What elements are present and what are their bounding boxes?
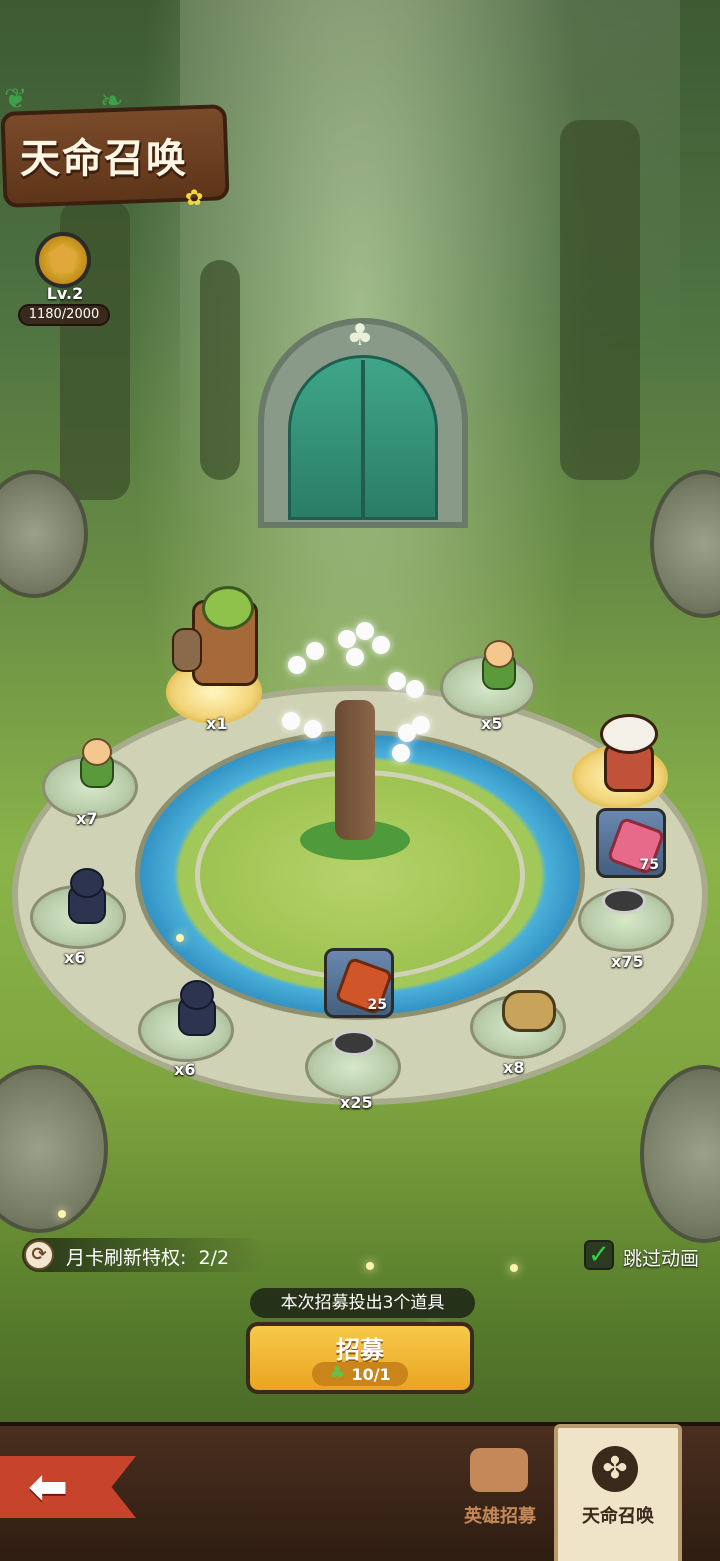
slot-count: x75 <box>611 952 644 971</box>
level-exp: 1180/2000 <box>18 304 110 326</box>
blossom <box>392 744 410 762</box>
skip-animation-label[interactable]: 跳过动画 <box>623 1244 699 1271</box>
gate-door-seam <box>361 360 365 518</box>
refresh-icon[interactable]: ⟳ <box>24 1240 54 1270</box>
level-label: Lv.2 <box>46 284 84 303</box>
item-card[interactable]: 75 <box>596 808 666 878</box>
item-stand <box>602 888 646 914</box>
skip-animation-checkbox[interactable]: ✓ <box>584 1240 614 1270</box>
refresh-value: 2/2 <box>198 1247 230 1269</box>
leaf-icon: ❦ <box>4 82 28 115</box>
item-count: 25 <box>367 997 387 1013</box>
shield-icon <box>172 628 202 672</box>
blossom <box>288 656 306 674</box>
recruit-cost[interactable]: ♣ 10/1 <box>312 1362 408 1386</box>
recruit-cost-value: 10/1 <box>351 1364 391 1384</box>
flower-icon: ✿ <box>185 186 204 211</box>
sparkle <box>366 1262 374 1270</box>
sparkle <box>176 934 184 942</box>
blossom <box>304 720 322 738</box>
leaf-hat <box>202 586 254 630</box>
blossom <box>282 712 300 730</box>
blossom <box>356 622 374 640</box>
clover-icon: ♣ <box>329 1363 346 1384</box>
blossom <box>346 648 364 666</box>
blossom <box>388 672 406 690</box>
blossom <box>306 642 324 660</box>
tab-destiny-summon[interactable] <box>554 1424 682 1561</box>
hero-head <box>484 640 514 668</box>
item-stand <box>332 1030 376 1056</box>
sparkle <box>510 1264 518 1272</box>
hero-head <box>82 738 112 766</box>
slot-count: x25 <box>340 1093 373 1112</box>
golden-bug-hero[interactable] <box>502 990 556 1032</box>
tab-destiny-summon-label[interactable]: 天命召唤 <box>556 1502 680 1528</box>
slot-count: x5 <box>481 714 503 733</box>
wagon-icon[interactable] <box>470 1448 528 1492</box>
slot-count: x6 <box>174 1060 196 1079</box>
slot-count: x1 <box>206 714 228 733</box>
background-tree <box>200 260 240 480</box>
central-tree <box>335 700 375 840</box>
back-arrow-icon[interactable]: ⬅ <box>28 1458 68 1516</box>
ninja-head <box>70 868 104 898</box>
blossom <box>406 680 424 698</box>
blossom <box>372 636 390 654</box>
slot-count: x7 <box>76 809 98 828</box>
slot-count: x8 <box>503 1058 525 1077</box>
refresh-privilege-text: 月卡刷新特权: 2/2 <box>66 1243 229 1270</box>
sparkle <box>58 1210 66 1218</box>
ninja-head <box>180 980 214 1010</box>
recruit-notice: 本次招募投出3个道具 <box>250 1288 475 1318</box>
refresh-label: 月卡刷新特权: <box>66 1247 187 1269</box>
page-title: 天命召唤 <box>20 136 188 182</box>
game-scene: ♣ ❦ ❧ ✿ 天命召唤 Lv.2 1180/2000 x1 x5 75 x75… <box>0 0 720 1561</box>
item-card[interactable]: 25 <box>324 948 394 1018</box>
background-tree <box>560 120 640 480</box>
blossom <box>412 716 430 734</box>
tab-hero-recruit-label[interactable]: 英雄招募 <box>448 1502 552 1528</box>
clover-icon: ♣ <box>346 318 374 353</box>
leaf-icon: ❧ <box>100 84 124 117</box>
blossom <box>338 630 356 648</box>
clover-gear-icon[interactable]: ✤ <box>592 1446 638 1492</box>
recruit-label[interactable]: 招募 <box>246 1330 474 1365</box>
cowboy-hat <box>600 714 658 754</box>
item-count: 75 <box>639 857 659 873</box>
slot-count: x6 <box>64 948 86 967</box>
